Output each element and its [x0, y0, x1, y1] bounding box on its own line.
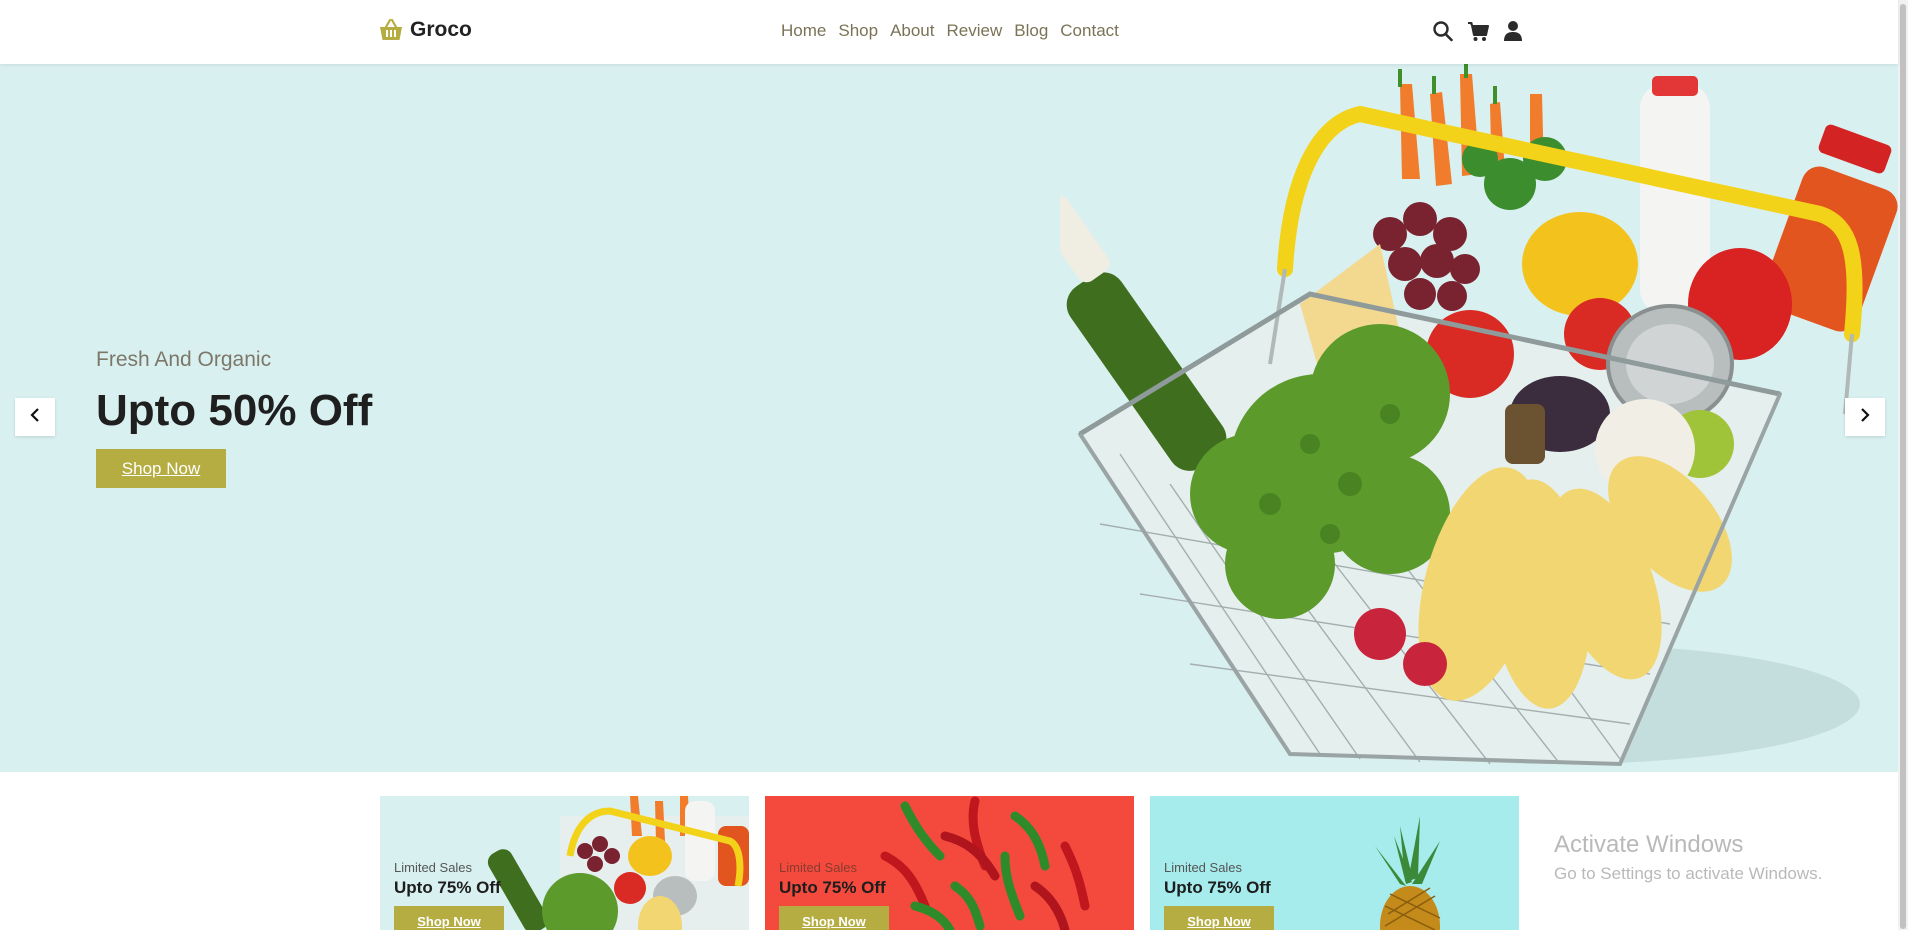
cart-icon[interactable] — [1467, 19, 1489, 43]
banner-shop-now-button[interactable]: Shop Now — [394, 906, 504, 930]
windows-activation-title: Activate Windows — [1554, 831, 1744, 858]
brand-name: Groco — [410, 18, 472, 41]
main-nav: Home Shop About Review Blog Contact — [781, 21, 1119, 41]
promo-banner-basket: Limited Sales Upto 75% Off Shop Now — [380, 796, 749, 930]
nav-review[interactable]: Review — [947, 21, 1003, 41]
grocery-basket-image — [1036, 64, 1898, 772]
banner-title: Upto 75% Off — [779, 878, 886, 897]
hero-slider: Fresh And Organic Upto 50% Off Shop Now — [0, 64, 1898, 772]
search-icon[interactable] — [1432, 19, 1454, 43]
nav-about[interactable]: About — [890, 21, 934, 41]
windows-activation-subtitle: Go to Settings to activate Windows. — [1554, 864, 1823, 883]
carousel-next-button[interactable] — [1845, 398, 1885, 436]
banner-tag: Limited Sales — [394, 860, 473, 875]
nav-blog[interactable]: Blog — [1014, 21, 1048, 41]
page-scrollbar-thumb[interactable] — [1900, 4, 1906, 929]
nav-home[interactable]: Home — [781, 21, 826, 41]
hero-title: Upto 50% Off — [96, 386, 373, 435]
brand-logo[interactable]: Groco — [378, 17, 472, 43]
header-actions — [1432, 19, 1524, 43]
nav-shop[interactable]: Shop — [838, 21, 878, 41]
banner-title: Upto 75% Off — [394, 878, 501, 897]
user-icon[interactable] — [1502, 19, 1524, 43]
hero-shop-now-button[interactable]: Shop Now — [96, 449, 226, 488]
banner-shop-now-button[interactable]: Shop Now — [779, 906, 889, 930]
chevron-left-icon — [28, 407, 42, 428]
nav-contact[interactable]: Contact — [1060, 21, 1119, 41]
chevron-right-icon — [1858, 407, 1872, 428]
hero-subtitle: Fresh And Organic — [96, 348, 272, 371]
banner-title: Upto 75% Off — [1164, 878, 1271, 897]
site-header: Groco Home Shop About Review Blog Contac… — [0, 0, 1898, 64]
basket-icon — [378, 17, 404, 43]
promo-banner-peppers: Limited Sales Upto 75% Off Shop Now — [765, 796, 1134, 930]
banner-tag: Limited Sales — [779, 860, 858, 875]
banner-tag: Limited Sales — [1164, 860, 1243, 875]
promo-banner-pineapple: Limited Sales Upto 75% Off Shop Now — [1150, 796, 1519, 930]
banner-shop-now-button[interactable]: Shop Now — [1164, 906, 1274, 930]
carousel-prev-button[interactable] — [15, 398, 55, 436]
